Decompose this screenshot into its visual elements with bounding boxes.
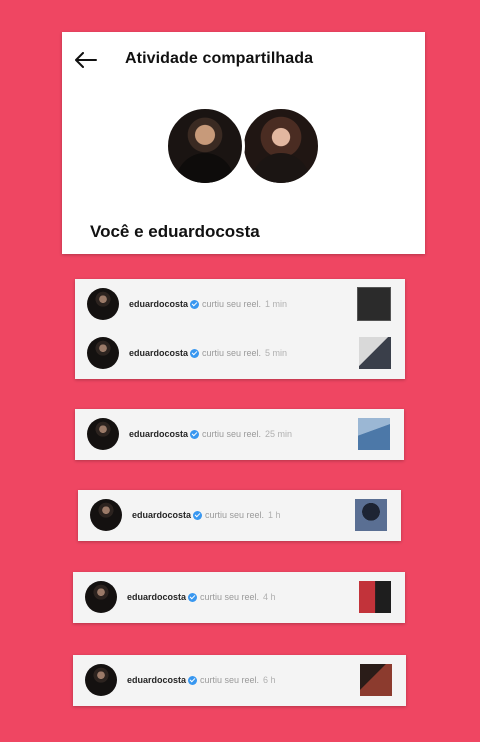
notification-username[interactable]: eduardocosta	[127, 675, 186, 685]
notification-time: 4 h	[263, 592, 276, 602]
notification-card: eduardocosta curtiu seu reel. 4 h	[73, 572, 405, 623]
notification-row[interactable]: eduardocosta curtiu seu reel. 1 h	[78, 496, 401, 534]
arrow-left-icon[interactable]	[75, 52, 97, 68]
reel-thumbnail[interactable]	[359, 581, 391, 613]
reel-thumbnail[interactable]	[360, 664, 392, 696]
notification-action: curtiu seu reel.	[200, 592, 260, 602]
notification-row[interactable]: eduardocosta curtiu seu reel. 5 min	[75, 334, 405, 372]
notification-time: 1 min	[265, 299, 288, 309]
avatar[interactable]	[85, 581, 117, 613]
reel-thumbnail[interactable]	[359, 337, 391, 369]
notification-action: curtiu seu reel.	[202, 429, 262, 439]
notification-username[interactable]: eduardocosta	[127, 592, 186, 602]
back-button[interactable]	[74, 50, 98, 70]
avatar[interactable]	[87, 418, 119, 450]
page-title: Atividade compartilhada	[125, 50, 314, 67]
notification-row[interactable]: eduardocosta curtiu seu reel. 4 h	[73, 578, 405, 616]
notification-row[interactable]: eduardocosta curtiu seu reel. 25 min	[75, 415, 404, 453]
verified-badge-icon	[188, 675, 198, 685]
reel-thumbnail[interactable]	[357, 287, 391, 321]
notification-action: curtiu seu reel.	[200, 675, 260, 685]
notification-card: eduardocosta curtiu seu reel. 1 min edua…	[75, 279, 405, 379]
notification-username[interactable]: eduardocosta	[132, 510, 191, 520]
notification-card: eduardocosta curtiu seu reel. 1 h	[78, 490, 401, 541]
avatar[interactable]	[90, 499, 122, 531]
verified-badge-icon	[193, 510, 203, 520]
notification-username[interactable]: eduardocosta	[129, 348, 188, 358]
notification-username[interactable]: eduardocosta	[129, 299, 188, 309]
verified-badge-icon	[188, 592, 198, 602]
notification-action: curtiu seu reel.	[205, 510, 265, 520]
notification-action: curtiu seu reel.	[202, 348, 262, 358]
notification-row[interactable]: eduardocosta curtiu seu reel. 1 min	[75, 285, 405, 323]
notification-time: 5 min	[265, 348, 288, 358]
notification-action: curtiu seu reel.	[202, 299, 262, 309]
verified-badge-icon	[190, 348, 200, 358]
avatar[interactable]	[87, 337, 119, 369]
notification-card: eduardocosta curtiu seu reel. 25 min	[75, 409, 404, 460]
verified-badge-icon	[190, 429, 200, 439]
avatar[interactable]	[87, 288, 119, 320]
notification-time: 25 min	[265, 429, 293, 439]
shared-activity-header: Atividade compartilhada Você e eduardoco…	[62, 32, 425, 254]
avatar-user-2[interactable]	[241, 106, 321, 186]
avatar[interactable]	[85, 664, 117, 696]
notification-time: 1 h	[268, 510, 281, 520]
shared-activity-subtitle: Você e eduardocosta	[90, 222, 260, 241]
reel-thumbnail[interactable]	[355, 499, 387, 531]
notification-card: eduardocosta curtiu seu reel. 6 h	[73, 655, 406, 706]
verified-badge-icon	[190, 299, 200, 309]
notification-time: 6 h	[263, 675, 276, 685]
avatar-user-1[interactable]	[165, 106, 245, 186]
reel-thumbnail[interactable]	[358, 418, 390, 450]
notification-username[interactable]: eduardocosta	[129, 429, 188, 439]
notification-row[interactable]: eduardocosta curtiu seu reel. 6 h	[73, 661, 406, 699]
